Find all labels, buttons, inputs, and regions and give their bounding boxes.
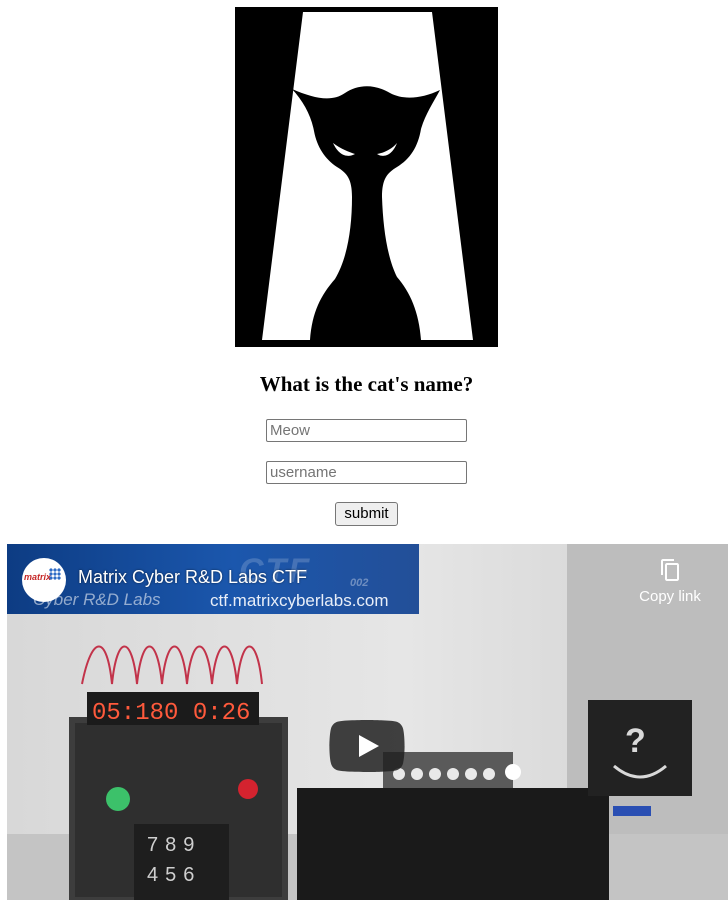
submit-button[interactable]: submit [335,502,398,526]
copy-icon [661,559,679,581]
question-heading: What is the cat's name? [259,372,474,396]
channel-avatar[interactable]: matrix [22,558,66,602]
copy-link-label: Copy link [639,588,701,605]
box-question-mark: ? [625,722,646,760]
banner-year-text: 002 [350,577,369,589]
video-title[interactable]: Matrix Cyber R&D Labs CTF [78,567,307,588]
video-embed[interactable]: 05:180 0:26 789 456 ? CTF 002 Cyber R&D … [7,544,728,900]
cat-silhouette-image [235,7,498,347]
channel-logo-dots [49,568,61,580]
banner-url: ctf.matrixcyberlabs.com [210,591,389,610]
play-button[interactable] [329,720,405,772]
copy-link-button[interactable]: Copy link [631,558,709,614]
username-input[interactable] [266,461,467,484]
timer-display: 05:180 0:26 [92,700,250,727]
channel-logo-text: matrix [24,572,52,582]
play-icon [329,720,405,772]
keypad-row-1: 789 [147,834,201,856]
page: What is the cat's name? submit 05:18 [0,0,728,900]
keypad-row-2: 456 [147,864,201,886]
cat-name-input[interactable] [266,419,467,442]
